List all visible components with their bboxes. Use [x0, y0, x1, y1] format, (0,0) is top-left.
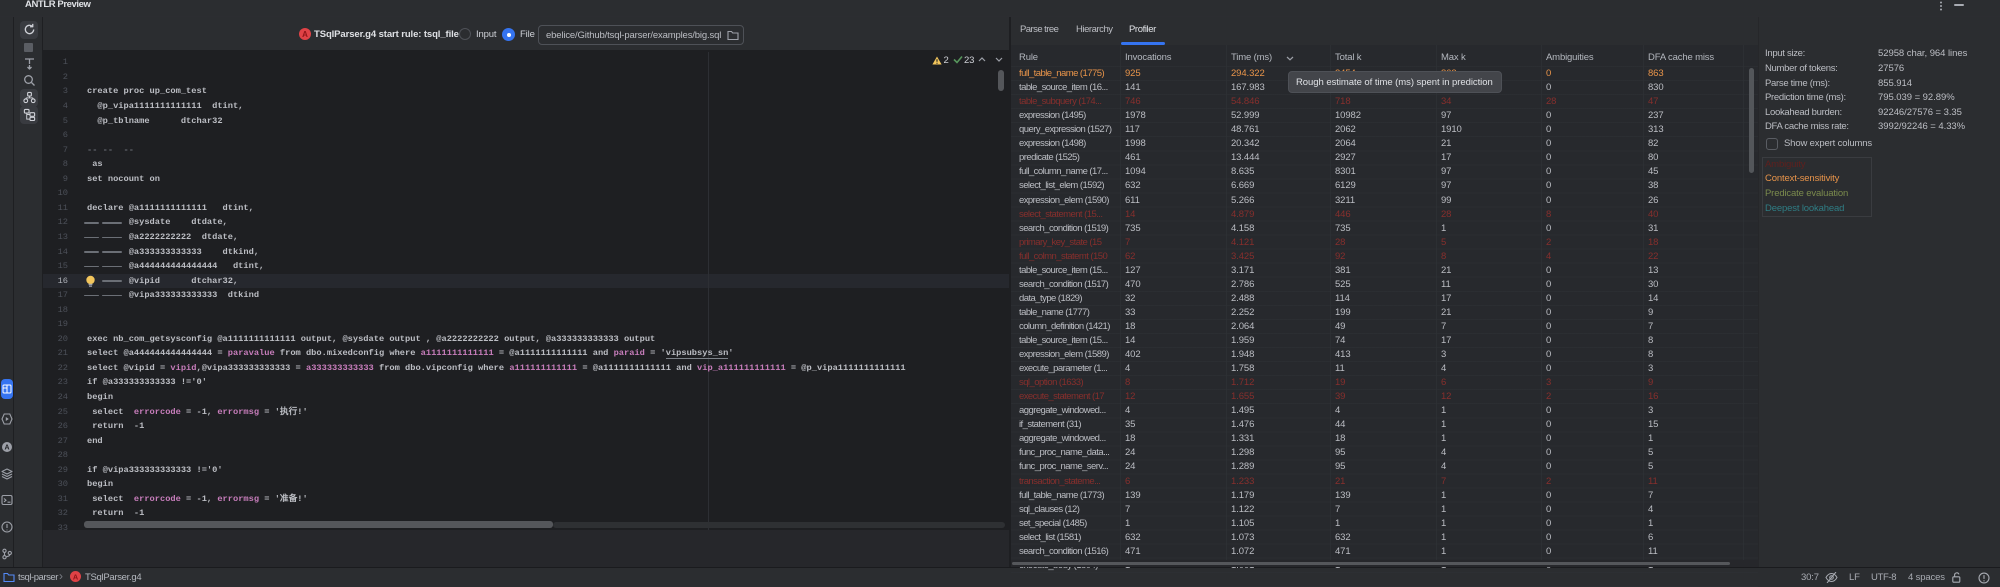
- svg-text:A: A: [4, 445, 9, 452]
- svg-text:A: A: [73, 572, 79, 581]
- svg-text:A: A: [302, 30, 308, 39]
